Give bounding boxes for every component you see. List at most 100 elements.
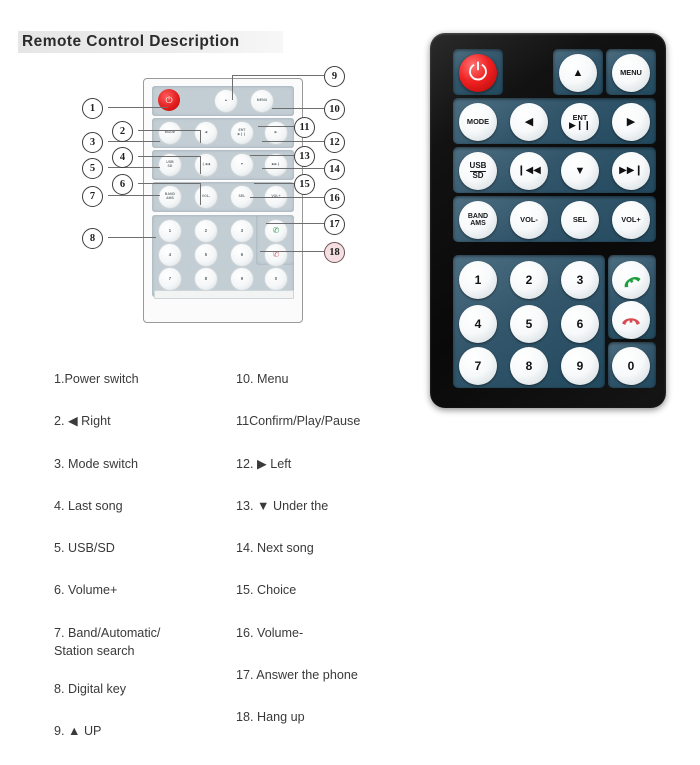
phone-hangup-icon: [622, 318, 640, 325]
menu-button-label: MENU: [620, 68, 642, 78]
leader-line-6-v: [200, 183, 201, 205]
callout-8: 8: [82, 228, 103, 249]
diagram-left-button: ◀: [194, 121, 218, 145]
legend-item-9: 9. ▲ UP: [54, 724, 102, 739]
diagram-band-button: BAND AMS: [158, 185, 182, 209]
key-5[interactable]: 5: [510, 305, 548, 343]
page-title: Remote Control Description: [22, 33, 240, 50]
leader-line-16: [250, 197, 324, 198]
legend-column-left: 1.Power switch 2. ◀ Right 3. Mode switch…: [54, 370, 244, 765]
callout-diagram: ⏻ ▲ MENU MODE ◀ ENT ▶❙❙ ▶ USB SD ❙◀◀ ▼ ▶▶❙…: [0, 55, 380, 340]
key-label: 3: [576, 273, 584, 287]
key-4[interactable]: 4: [459, 305, 497, 343]
callout-18: 18: [324, 242, 345, 263]
key-label: 4: [474, 317, 482, 331]
legend-item-4: 4. Last song: [54, 498, 123, 513]
leader-line-18: [260, 251, 324, 252]
leader-line-17: [266, 223, 324, 224]
select-button[interactable]: SEL: [561, 201, 599, 239]
select-label: SEL: [572, 215, 588, 225]
volume-up-button[interactable]: VOL+: [612, 201, 650, 239]
callout-label: 3: [89, 137, 96, 148]
legend-section: 1.Power switch 2. ◀ Right 3. Mode switch…: [0, 360, 700, 738]
callout-3: 3: [82, 132, 103, 153]
callout-label: 7: [89, 191, 96, 202]
key-3[interactable]: 3: [561, 261, 599, 299]
diagram-key-7: 7: [158, 267, 182, 291]
callout-11: 11: [294, 117, 315, 138]
right-arrow-button[interactable]: ▶: [612, 103, 650, 141]
diagram-key-8: 8: [194, 267, 218, 291]
legend-item-10: 10. Menu: [236, 372, 289, 386]
remote-control-photo: ⏻ ▲ MENU MODE ◀ ENT ▶❙❙ ▶ USB SD ❙◀◀ ▼ ▶…: [430, 33, 666, 408]
band-label: BAND: [467, 213, 489, 220]
hangup-call-button[interactable]: [612, 301, 650, 339]
leader-line-6: [138, 183, 200, 184]
next-track-icon: ▶▶❙: [619, 165, 643, 176]
diagram-key-0: 0: [264, 267, 288, 291]
leader-line-1: [108, 107, 168, 108]
callout-5: 5: [82, 158, 103, 179]
mode-button-label: MODE: [466, 117, 490, 127]
leader-line-13: [250, 155, 294, 156]
legend-item-13: 13. ▼ Under the: [236, 498, 329, 513]
legend-item-15: 15. Choice: [236, 583, 297, 598]
key-label: 2: [525, 273, 533, 287]
callout-label: 6: [119, 179, 126, 190]
legend-column-right: 10. Menu 11Confirm/Play/Pause 12. ▶ Left…: [236, 370, 451, 750]
callout-10: 10: [324, 99, 345, 120]
callout-14: 14: [324, 159, 345, 180]
mode-button[interactable]: MODE: [459, 103, 497, 141]
leader-line-12: [262, 141, 324, 142]
up-triangle-icon: ▲: [572, 66, 584, 79]
right-triangle-icon: ▶: [626, 115, 636, 128]
callout-13: 13: [294, 146, 315, 167]
answer-call-button[interactable]: [612, 261, 650, 299]
key-1[interactable]: 1: [459, 261, 497, 299]
legend-item-3: 3. Mode switch: [54, 456, 138, 471]
callout-15: 15: [294, 174, 315, 195]
leader-line-8: [108, 237, 156, 238]
legend-item-6: 6. Volume+: [54, 583, 118, 598]
usb-sd-button[interactable]: USB SD: [459, 152, 497, 190]
menu-button[interactable]: MENU: [612, 54, 650, 92]
diagram-key-1: 1: [158, 219, 182, 243]
legend-item-1: 1.Power switch: [54, 372, 139, 386]
diagram-next-button: ▶▶❙: [264, 153, 288, 177]
previous-track-button[interactable]: ❙◀◀: [510, 152, 548, 190]
callout-16: 16: [324, 188, 345, 209]
callout-label: 11: [299, 122, 310, 133]
legend-item-2: 2. ◀ Right: [54, 414, 111, 429]
legend-item-8: 8. Digital key: [54, 682, 127, 696]
leader-line-4-v: [200, 156, 201, 174]
band-ams-button[interactable]: BAND AMS: [459, 201, 497, 239]
key-6[interactable]: 6: [561, 305, 599, 343]
leader-line-5: [108, 167, 160, 168]
left-arrow-button[interactable]: ◀: [510, 103, 548, 141]
diagram-remote-outline: ⏻ ▲ MENU MODE ◀ ENT ▶❙❙ ▶ USB SD ❙◀◀ ▼ ▶▶❙…: [143, 78, 303, 323]
leader-line-15: [254, 183, 294, 184]
volume-down-button[interactable]: VOL-: [510, 201, 548, 239]
callout-label: 18: [329, 247, 340, 258]
diagram-ent-button: ENT ▶❙❙: [230, 121, 254, 145]
key-2[interactable]: 2: [510, 261, 548, 299]
legend-item-11: 11Confirm/Play/Pause: [236, 414, 361, 429]
legend-item-5: 5. USB/SD: [54, 541, 115, 555]
callout-label: 1: [89, 103, 96, 114]
ent-play-pause-button[interactable]: ENT ▶❙❙: [561, 103, 599, 141]
callout-6: 6: [112, 174, 133, 195]
power-button[interactable]: ⏻: [459, 54, 497, 92]
callout-1: 1: [82, 98, 103, 119]
down-button[interactable]: ▼: [561, 152, 599, 190]
leader-line-9-v: [232, 75, 233, 100]
legend-item-7: 7. Band/Automatic/ Station search: [54, 625, 161, 658]
diagram-key-6: 6: [230, 243, 254, 267]
key-label: 1: [474, 273, 482, 287]
next-track-button[interactable]: ▶▶❙: [612, 152, 650, 190]
up-button[interactable]: ▲: [559, 54, 597, 92]
page-root: Remote Control Description ⏻ ▲ MENU MODE…: [0, 0, 700, 738]
callout-label: 4: [119, 152, 126, 163]
legend-item-14: 14. Next song: [236, 541, 314, 555]
volume-down-label: VOL-: [520, 215, 538, 225]
diagram-mode-button: MODE: [158, 121, 182, 145]
